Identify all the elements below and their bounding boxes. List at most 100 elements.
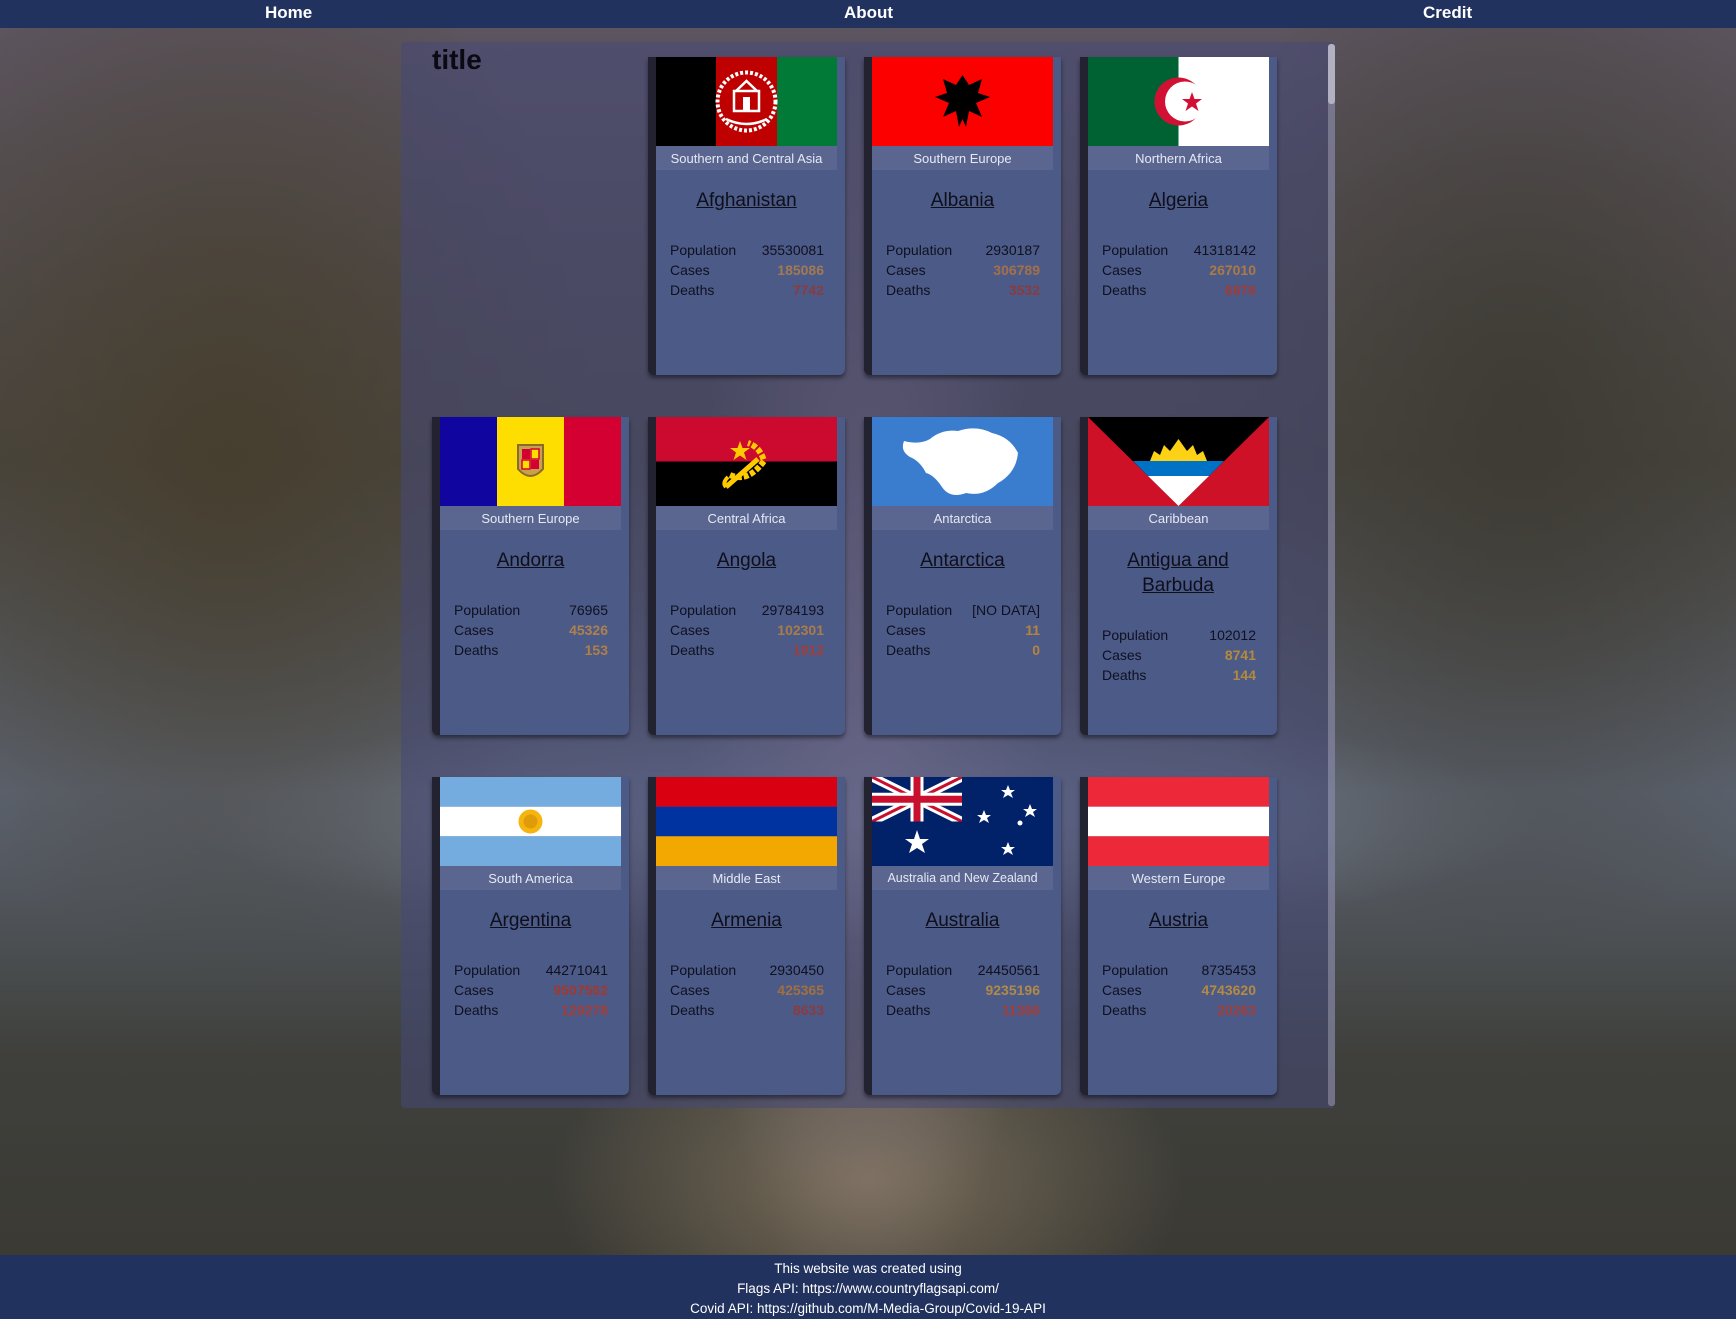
country-name-link[interactable]: Angola xyxy=(656,548,837,573)
population-row: Population 2930450 xyxy=(670,960,824,980)
country-name-link[interactable]: Andorra xyxy=(440,548,621,573)
stats-block: Population 44271041 Cases 9507562 Deaths 12… xyxy=(454,960,608,1020)
country-card: Southern Europe Albania Population 293018… xyxy=(864,57,1061,375)
stats-block: Population 8735453 Cases 4743620 Deaths 202… xyxy=(1102,960,1256,1020)
country-name-link[interactable]: Armenia xyxy=(656,908,837,933)
footer: This website was created using Flags API… xyxy=(0,1255,1736,1319)
population-value: 76965 xyxy=(569,602,608,618)
deaths-value: 8633 xyxy=(792,1002,824,1018)
country-name-link[interactable]: Algeria xyxy=(1088,188,1269,213)
region-label: Antarctica xyxy=(872,506,1053,530)
cases-row: Cases 9235196 xyxy=(886,980,1040,1000)
deaths-value: 7742 xyxy=(792,282,824,298)
region-label: Middle East xyxy=(656,866,837,890)
nav-home-link[interactable]: Home xyxy=(265,0,312,28)
deaths-label: Deaths xyxy=(1102,1002,1147,1018)
top-nav: Home About Credit xyxy=(0,0,1736,28)
antarctica-flag-icon xyxy=(872,417,1053,506)
cases-value: 4743620 xyxy=(1201,982,1256,998)
region-label: Southern and Central Asia xyxy=(656,146,837,170)
nav-credit-link[interactable]: Credit xyxy=(1423,0,1472,28)
country-name-link[interactable]: Afghanistan xyxy=(656,188,837,213)
deaths-row: Deaths 8633 xyxy=(670,1000,824,1020)
deaths-row: Deaths 144 xyxy=(1102,665,1256,685)
population-value: 29784193 xyxy=(761,602,824,618)
population-row: Population 8735453 xyxy=(1102,960,1256,980)
cases-label: Cases xyxy=(886,622,926,638)
population-value: 44271041 xyxy=(545,962,608,978)
region-label: Southern Europe xyxy=(872,146,1053,170)
deaths-label: Deaths xyxy=(454,1002,499,1018)
cases-label: Cases xyxy=(1102,982,1142,998)
cases-label: Cases xyxy=(670,622,710,638)
population-row: Population 35530081 xyxy=(670,240,824,260)
country-name-link[interactable]: Antigua and Barbuda xyxy=(1093,548,1263,598)
country-name-link[interactable]: Argentina xyxy=(440,908,621,933)
population-label: Population xyxy=(454,962,521,978)
country-name-link[interactable]: Austria xyxy=(1088,908,1269,933)
cases-value: 11 xyxy=(1025,622,1040,638)
cases-label: Cases xyxy=(670,982,710,998)
antigua-and-barbuda-flag-icon xyxy=(1088,417,1269,506)
nav-about-link[interactable]: About xyxy=(844,0,893,28)
population-value: 41318142 xyxy=(1193,242,1256,258)
country-name-link[interactable]: Albania xyxy=(872,188,1053,213)
afghanistan-flag-icon xyxy=(656,57,837,146)
cases-label: Cases xyxy=(1102,262,1142,278)
country-card: Australia and New Zealand Australia Popu… xyxy=(864,777,1061,1095)
country-card: South America Argentina Population 442710… xyxy=(432,777,629,1095)
stats-block: Population 2930450 Cases 425365 Deaths 8633 xyxy=(670,960,824,1020)
deaths-row: Deaths 153 xyxy=(454,640,608,660)
population-label: Population xyxy=(886,602,953,618)
population-label: Population xyxy=(670,242,737,258)
stats-block: Population [NO DATA] Cases 11 Deaths 0 xyxy=(886,600,1040,660)
region-label: Western Europe xyxy=(1088,866,1269,890)
cases-value: 9507562 xyxy=(553,982,608,998)
country-name-link[interactable]: Australia xyxy=(872,908,1053,933)
region-label: Caribbean xyxy=(1088,506,1269,530)
stats-block: Population 35530081 Cases 185086 Deaths 774… xyxy=(670,240,824,300)
population-label: Population xyxy=(670,602,737,618)
population-value: [NO DATA] xyxy=(972,602,1040,618)
cases-value: 267010 xyxy=(1209,262,1256,278)
cases-value: 306789 xyxy=(993,262,1040,278)
deaths-row: Deaths 1912 xyxy=(670,640,824,660)
angola-flag-icon xyxy=(656,417,837,506)
country-card: Western Europe Austria Population 8735453… xyxy=(1080,777,1277,1095)
cases-value: 8741 xyxy=(1224,647,1256,663)
scrollbar-thumb[interactable] xyxy=(1328,44,1335,104)
country-card: Southern Europe Andorra Population 76965 … xyxy=(432,417,629,735)
stats-block: Population 76965 Cases 45326 Deaths 153 xyxy=(454,600,608,660)
population-label: Population xyxy=(1102,242,1169,258)
country-card: Antarctica Antarctica Population [NO DATA… xyxy=(864,417,1061,735)
population-label: Population xyxy=(454,602,521,618)
population-label: Population xyxy=(886,962,953,978)
cases-label: Cases xyxy=(670,262,710,278)
stats-block: Population 102012 Cases 8741 Deaths 144 xyxy=(1102,625,1256,685)
population-row: Population 102012 xyxy=(1102,625,1256,645)
country-name-link[interactable]: Antarctica xyxy=(872,548,1053,573)
algeria-flag-icon xyxy=(1088,57,1269,146)
armenia-flag-icon xyxy=(656,777,837,866)
footer-flags-api-text: Flags API: https://www.countryflagsapi.c… xyxy=(737,1281,999,1296)
stats-block: Population 29784193 Cases 102301 Deaths 191… xyxy=(670,600,824,660)
cases-value: 185086 xyxy=(777,262,824,278)
panel-scrollbar[interactable] xyxy=(1328,44,1335,1106)
deaths-value: 3532 xyxy=(1008,282,1040,298)
population-label: Population xyxy=(1102,627,1169,643)
cases-value: 45326 xyxy=(569,622,608,638)
region-label: Central Africa xyxy=(656,506,837,530)
albania-flag-icon xyxy=(872,57,1053,146)
deaths-row: Deaths 6876 xyxy=(1102,280,1256,300)
country-card: Northern Africa Algeria Population 413181… xyxy=(1080,57,1277,375)
population-value: 2930187 xyxy=(985,242,1040,258)
argentina-flag-icon xyxy=(440,777,621,866)
region-label: South America xyxy=(440,866,621,890)
deaths-value: 129278 xyxy=(561,1002,608,1018)
population-row: Population 76965 xyxy=(454,600,608,620)
deaths-label: Deaths xyxy=(886,642,931,658)
deaths-label: Deaths xyxy=(454,642,499,658)
deaths-label: Deaths xyxy=(1102,282,1147,298)
cases-label: Cases xyxy=(454,982,494,998)
deaths-value: 6876 xyxy=(1224,282,1256,298)
